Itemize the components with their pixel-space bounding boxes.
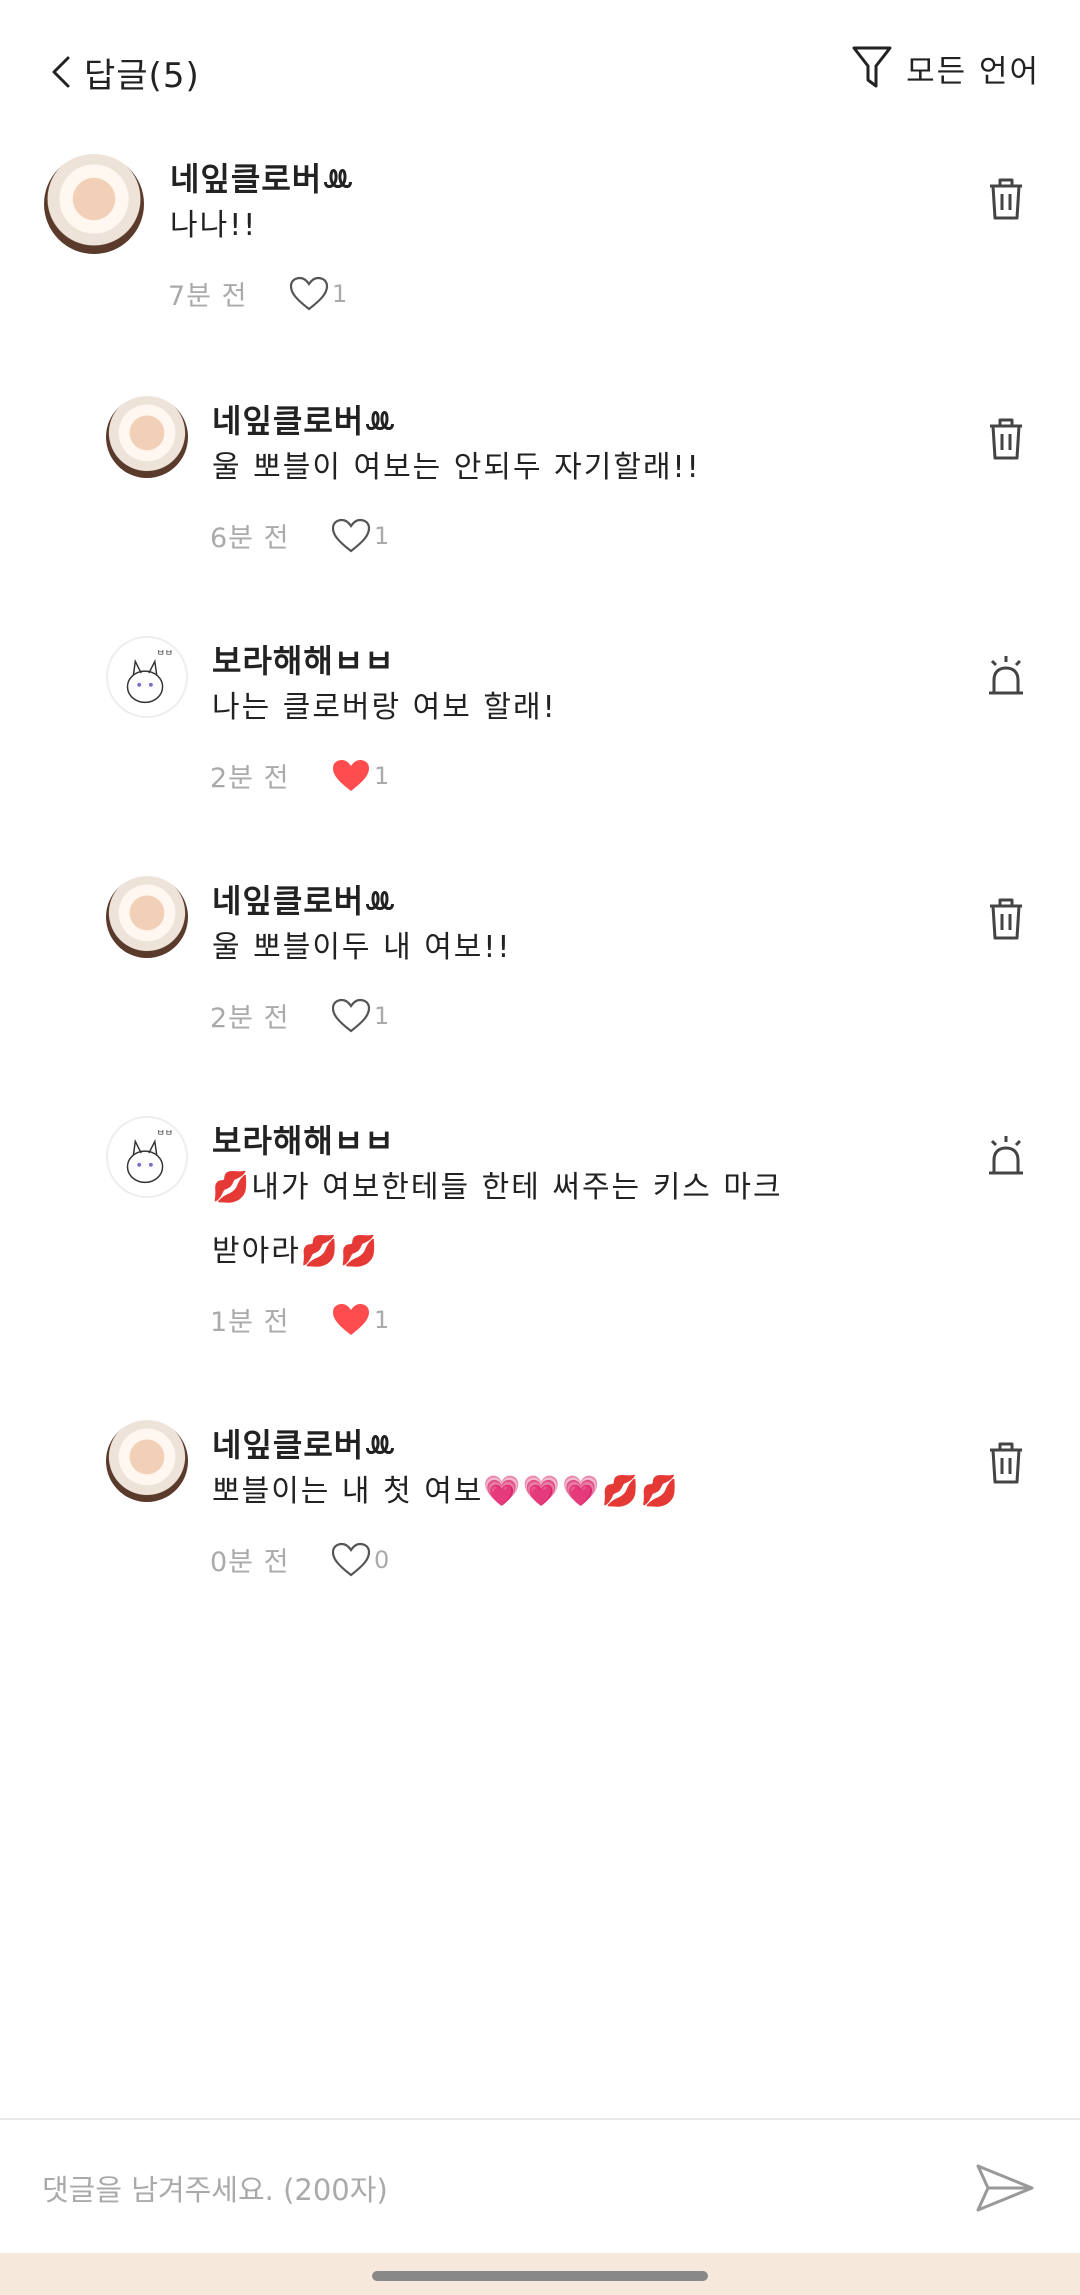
header: 답글(5) 모든 언어 xyxy=(0,0,1080,140)
avatar[interactable] xyxy=(106,1420,188,1502)
heart-filled-icon[interactable] xyxy=(330,1301,372,1339)
send-icon[interactable] xyxy=(974,2160,1036,2216)
filter-icon xyxy=(852,46,892,88)
home-indicator[interactable] xyxy=(372,2271,708,2281)
like-count: 1 xyxy=(332,279,348,308)
trash-icon[interactable] xyxy=(984,414,1028,462)
svg-text:ㅂㅂ: ㅂㅂ xyxy=(157,1129,173,1139)
comment-text-line-2: 받아라💋💋 xyxy=(212,1234,380,1269)
heart-outline-icon[interactable] xyxy=(330,1541,372,1579)
comment-input[interactable] xyxy=(40,2164,944,2216)
comment-time: 2분 전 xyxy=(210,763,290,794)
avatar[interactable]: ㅂㅂ xyxy=(106,1116,188,1198)
comment-meta: 2분 전 1 xyxy=(210,756,389,795)
comment-meta: 2분 전 1 xyxy=(210,996,389,1035)
heart-outline-icon[interactable] xyxy=(330,997,372,1035)
avatar[interactable] xyxy=(106,876,188,958)
comment-time: 1분 전 xyxy=(210,1307,290,1338)
heart-outline-icon[interactable] xyxy=(288,275,330,313)
comment-text: 울 뽀블이두 내 여보!! xyxy=(212,930,512,965)
comment-time: 2분 전 xyxy=(210,1003,290,1034)
like-count: 1 xyxy=(374,761,390,790)
svg-text:ㅂㅂ: ㅂㅂ xyxy=(157,649,173,659)
comment-text: 나나!! xyxy=(170,208,258,243)
comment-meta: 1분 전 1 xyxy=(210,1300,389,1339)
comment-meta: 0분 전 0 xyxy=(210,1540,389,1579)
avatar[interactable] xyxy=(106,396,188,478)
comment-text-line-1: 💋내가 여보한테들 한테 써주는 키스 마크 xyxy=(212,1170,783,1205)
heart-filled-icon[interactable] xyxy=(330,757,372,795)
heart-outline-icon[interactable] xyxy=(330,517,372,555)
avatar[interactable]: ㅂㅂ xyxy=(106,636,188,718)
comment-text: 나는 클로버랑 여보 할래! xyxy=(212,690,557,725)
system-navigation-bar xyxy=(0,2253,1080,2295)
comment-meta: 6분 전 1 xyxy=(210,516,389,555)
like-count: 1 xyxy=(374,521,390,550)
trash-icon[interactable] xyxy=(984,174,1028,222)
comment-text: 울 뽀블이 여보는 안되두 자기할래!! xyxy=(212,450,701,485)
like-count: 1 xyxy=(374,1305,390,1334)
trash-icon[interactable] xyxy=(984,1438,1028,1486)
chevron-left-icon[interactable] xyxy=(44,50,84,94)
trash-icon[interactable] xyxy=(984,894,1028,942)
cat-drawing-icon: ㅂㅂ xyxy=(126,649,173,704)
page-title: 답글(5) xyxy=(84,56,200,96)
filter-label: 모든 언어 xyxy=(906,53,1040,90)
comment-text: 뽀블이는 내 첫 여보💗💗💗💋💋 xyxy=(212,1474,681,1509)
comment-meta: 7분 전 1 xyxy=(168,274,347,313)
cat-drawing-icon: ㅂㅂ xyxy=(126,1129,173,1184)
like-count: 0 xyxy=(374,1545,390,1574)
comment-time: 7분 전 xyxy=(168,281,248,312)
report-siren-icon[interactable] xyxy=(984,652,1028,700)
comment-input-bar xyxy=(0,2118,1080,2255)
report-siren-icon[interactable] xyxy=(984,1132,1028,1180)
comment-time: 6분 전 xyxy=(210,523,290,554)
like-count: 1 xyxy=(374,1001,390,1030)
comment-time: 0분 전 xyxy=(210,1547,290,1578)
avatar[interactable] xyxy=(44,154,144,254)
language-filter-button[interactable]: 모든 언어 xyxy=(850,44,1040,92)
